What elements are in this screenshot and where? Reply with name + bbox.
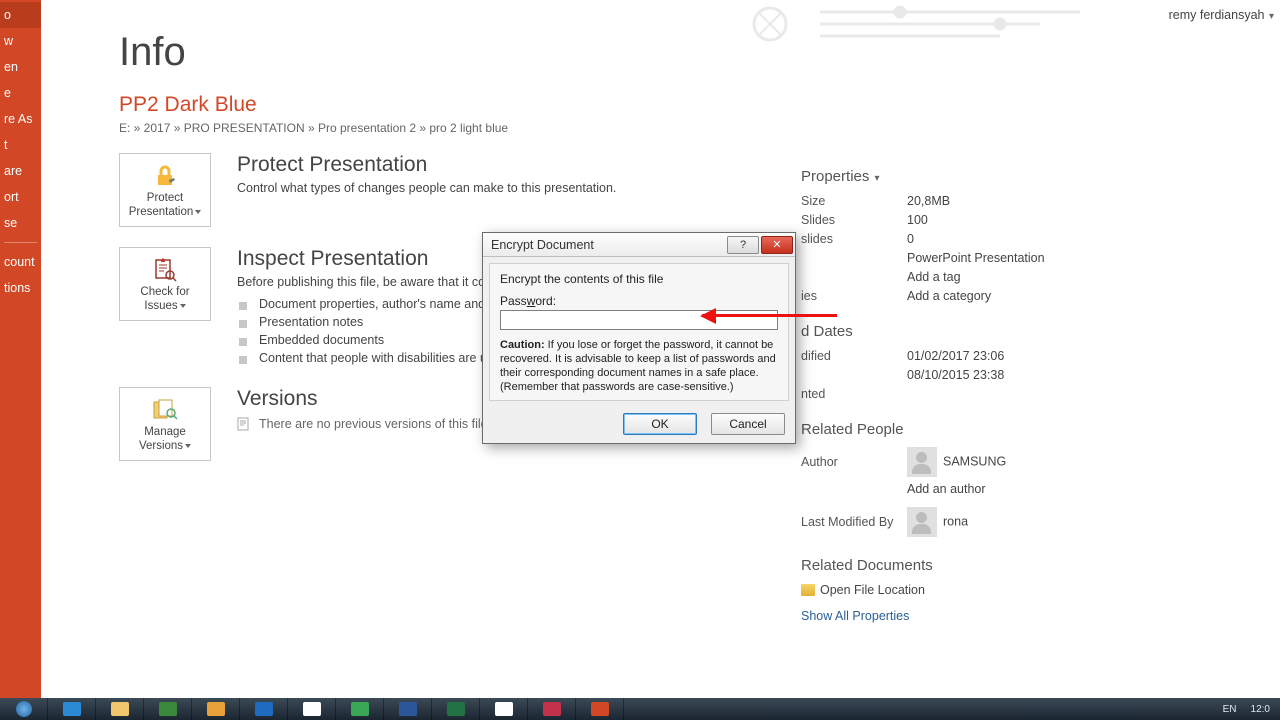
folder-icon <box>801 584 815 596</box>
taskbar-app[interactable] <box>336 698 384 720</box>
versions-heading: Versions <box>237 387 491 411</box>
prop-pres-type: PowerPoint Presentation <box>907 251 1045 265</box>
add-tag-link[interactable]: Add a tag <box>907 270 961 284</box>
avatar-icon <box>907 447 937 477</box>
cancel-button[interactable]: Cancel <box>711 413 785 435</box>
prop-hidden-slides-value: 0 <box>907 232 914 246</box>
sidebar-divider <box>4 242 37 243</box>
prop-hidden-slides-key: slides <box>801 232 907 246</box>
sidebar-item-share[interactable]: are <box>0 158 41 184</box>
list-item: Document properties, author's name and <box>237 295 487 313</box>
breadcrumb: E: » 2017 » PRO PRESENTATION » Pro prese… <box>119 121 1280 135</box>
start-button[interactable] <box>0 698 48 720</box>
sidebar-item-export[interactable]: ort <box>0 184 41 210</box>
check-for-issues-button[interactable]: Check for Issues <box>119 247 211 321</box>
lock-icon <box>152 162 178 190</box>
tray-clock[interactable]: 12:0 <box>1251 704 1270 715</box>
show-all-properties-link[interactable]: Show All Properties <box>801 609 1151 623</box>
related-documents-header: Related Documents <box>801 557 1151 574</box>
backstage-sidebar: o w en e re As t are ort se count tions <box>0 0 41 698</box>
sidebar-item-saveas[interactable]: re As <box>0 106 41 132</box>
page-icon <box>237 417 251 431</box>
prop-printed-key: nted <box>801 387 907 401</box>
inspect-bullet-list: Document properties, author's name and P… <box>237 295 487 367</box>
versions-desc: There are no previous versions of this f… <box>259 417 491 431</box>
dialog-title: Encrypt Document <box>491 238 594 252</box>
page-title: Info <box>119 30 1280 75</box>
prop-modified-value: 01/02/2017 23:06 <box>907 349 1004 363</box>
taskbar-app[interactable] <box>240 698 288 720</box>
taskbar-app[interactable] <box>432 698 480 720</box>
sidebar-item-print[interactable]: t <box>0 132 41 158</box>
prop-created-value: 08/10/2015 23:38 <box>907 368 1004 382</box>
add-author-link[interactable]: Add an author <box>907 482 986 496</box>
dialog-close-button[interactable]: ✕ <box>761 236 793 254</box>
manage-versions-button[interactable]: Manage Versions <box>119 387 211 461</box>
user-name-label[interactable]: remy ferdiansyah ▾ <box>1169 8 1274 22</box>
sidebar-item-close[interactable]: se <box>0 210 41 236</box>
related-dates-header: d Dates <box>801 323 1151 340</box>
sidebar-item-save[interactable]: e <box>0 80 41 106</box>
add-category-link[interactable]: Add a category <box>907 289 991 303</box>
protect-desc: Control what types of changes people can… <box>237 181 616 195</box>
prop-size-key: Size <box>801 194 907 208</box>
related-people-header: Related People <box>801 421 1151 438</box>
taskbar-app[interactable] <box>288 698 336 720</box>
system-tray[interactable]: EN 12:0 <box>1213 704 1280 715</box>
list-item: Content that people with disabilities ar… <box>237 349 487 367</box>
taskbar-app[interactable] <box>48 698 96 720</box>
password-label: Password: <box>500 294 778 308</box>
taskbar-app[interactable] <box>192 698 240 720</box>
document-title: PP2 Dark Blue <box>119 93 1280 117</box>
prop-slides-value: 100 <box>907 213 928 227</box>
dialog-help-button[interactable]: ? <box>727 236 759 254</box>
inspect-icon <box>152 256 178 284</box>
sidebar-item-options[interactable]: tions <box>0 275 41 301</box>
sidebar-item-info[interactable]: o <box>0 2 41 28</box>
prop-lastmod-value: rona <box>943 514 968 528</box>
encrypt-document-dialog: Encrypt Document ? ✕ Encrypt the content… <box>482 232 796 444</box>
prop-author-value: SAMSUNG <box>943 454 1006 468</box>
properties-panel: Properties ▾ Size20,8MB Slides100 slides… <box>801 168 1151 623</box>
open-file-location-link[interactable]: Open File Location <box>801 583 925 597</box>
properties-header[interactable]: Properties ▾ <box>801 168 1151 185</box>
prop-author-key: Author <box>801 455 907 469</box>
windows-taskbar: EN 12:0 <box>0 698 1280 720</box>
sidebar-item-account[interactable]: count <box>0 249 41 275</box>
protect-presentation-button[interactable]: Protect Presentation <box>119 153 211 227</box>
taskbar-app[interactable] <box>480 698 528 720</box>
protect-heading: Protect Presentation <box>237 153 616 177</box>
dialog-lead-text: Encrypt the contents of this file <box>500 272 778 286</box>
avatar-icon <box>907 507 937 537</box>
dialog-titlebar[interactable]: Encrypt Document ? ✕ <box>483 233 795 257</box>
list-item: Presentation notes <box>237 313 487 331</box>
prop-lastmod-key: Last Modified By <box>801 515 907 529</box>
taskbar-app[interactable] <box>96 698 144 720</box>
versions-icon <box>151 396 179 424</box>
taskbar-app[interactable] <box>528 698 576 720</box>
ok-button[interactable]: OK <box>623 413 697 435</box>
tray-language[interactable]: EN <box>1223 704 1237 715</box>
password-input[interactable] <box>500 310 778 330</box>
sidebar-item-open[interactable]: en <box>0 54 41 80</box>
dialog-caution-text: Caution: If you lose or forget the passw… <box>500 338 778 394</box>
prop-modified-key: dified <box>801 349 907 363</box>
inspect-desc: Before publishing this file, be aware th… <box>237 275 487 289</box>
prop-size-value: 20,8MB <box>907 194 950 208</box>
sidebar-item-new[interactable]: w <box>0 28 41 54</box>
prop-categories-key: ies <box>801 289 907 303</box>
list-item: Embedded documents <box>237 331 487 349</box>
taskbar-app[interactable] <box>144 698 192 720</box>
taskbar-app[interactable] <box>384 698 432 720</box>
taskbar-app[interactable] <box>576 698 624 720</box>
inspect-heading: Inspect Presentation <box>237 247 487 271</box>
prop-slides-key: Slides <box>801 213 907 227</box>
